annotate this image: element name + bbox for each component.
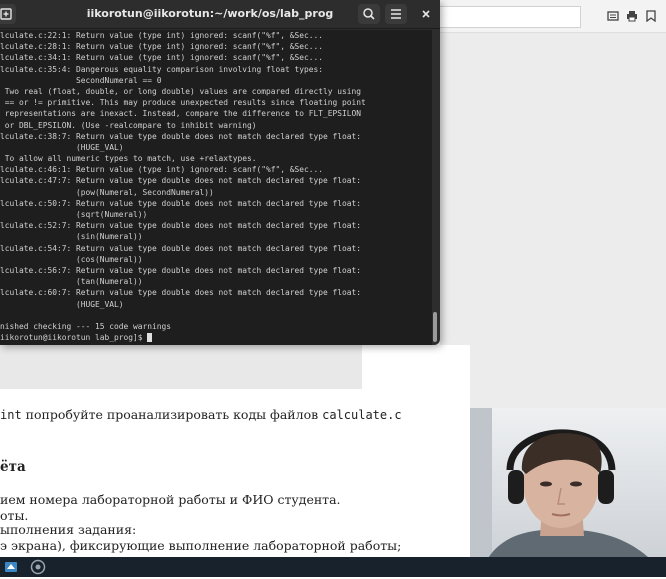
instruction-text: попробуйте проанализировать коды файлов bbox=[21, 407, 323, 422]
background-window bbox=[440, 33, 666, 408]
terminal-line: lculate.c:28:1: Return value (type int) … bbox=[0, 42, 324, 52]
terminal-line: lculate.c:34:1: Return value (type int) … bbox=[0, 53, 324, 63]
terminal-line: lculate.c:46:1: Return value (type int) … bbox=[0, 165, 324, 175]
terminal-line: lculate.c:52:7: Return value type double… bbox=[0, 221, 362, 231]
terminal-line: (HUGE_VAL) bbox=[0, 299, 124, 309]
terminal-line: representations are inexact. Instead, co… bbox=[0, 109, 362, 119]
chrome-icon[interactable] bbox=[30, 559, 46, 575]
terminal-line: nished checking --- 15 code warnings bbox=[0, 321, 172, 331]
terminal-line: (HUGE_VAL) bbox=[0, 142, 124, 152]
terminal-line: (sqrt(Numeral)) bbox=[0, 210, 148, 219]
terminal-output[interactable]: lculate.c:22:1: Return value (type int) … bbox=[0, 30, 432, 345]
doc-paragraph-1: ием номера лабораторной работы и ФИО сту… bbox=[0, 492, 341, 507]
terminal-scrollbar[interactable] bbox=[433, 312, 437, 342]
terminal-window[interactable]: iikorotun@iikorotun:~/work/os/lab_prog l… bbox=[0, 0, 440, 345]
search-icon[interactable] bbox=[358, 4, 380, 24]
doc-instruction-line: int попробуйте проанализировать коды фай… bbox=[0, 407, 402, 422]
terminal-line: lculate.c:47:7: Return value type double… bbox=[0, 176, 362, 186]
section-heading: ёта bbox=[0, 459, 26, 475]
terminal-line: (pow(Numeral, SecondNumeral)) bbox=[0, 187, 214, 197]
terminal-line: or DBL_EPSILON. (Use -realcompare to inh… bbox=[0, 120, 257, 130]
prompt-text: iikorotun@iikorotun lab_prog]$ bbox=[0, 333, 148, 343]
terminal-title: iikorotun@iikorotun:~/work/os/lab_prog bbox=[86, 7, 334, 20]
doc-paragraph-3: ыполнения задания: bbox=[0, 522, 137, 537]
terminal-line: (cos(Numeral)) bbox=[0, 254, 143, 264]
terminal-line: lculate.c:56:7: Return value type double… bbox=[0, 265, 362, 275]
inline-code-filename: calculate.c bbox=[322, 408, 402, 422]
bookmark-icon[interactable] bbox=[645, 10, 657, 22]
terminal-line: lculate.c:54:7: Return value type double… bbox=[0, 243, 362, 253]
terminal-line: Two real (float, double, or long double)… bbox=[0, 86, 362, 96]
code-block-area bbox=[0, 345, 362, 389]
webcam-person-image bbox=[470, 408, 666, 577]
hamburger-menu-icon[interactable] bbox=[385, 4, 407, 24]
close-icon[interactable] bbox=[415, 4, 437, 24]
terminal-titlebar[interactable]: iikorotun@iikorotun:~/work/os/lab_prog bbox=[0, 0, 440, 29]
doc-paragraph-4: э экрана), фиксирующие выполнение лабора… bbox=[0, 538, 402, 553]
reader-mode-icon[interactable] bbox=[607, 10, 619, 22]
terminal-line: To allow all numeric types to match, use… bbox=[0, 154, 257, 164]
terminal-line: lculate.c:35:4: Dangerous equality compa… bbox=[0, 64, 324, 74]
terminal-line: SecondNumeral == 0 bbox=[0, 75, 162, 85]
address-bar[interactable] bbox=[440, 6, 581, 28]
text-cursor bbox=[147, 333, 153, 343]
terminal-text: lculate.c:22:1: Return value (type int) … bbox=[0, 30, 366, 343]
terminal-line: == or != primitive. This may produce une… bbox=[0, 98, 366, 108]
terminal-line: lculate.c:50:7: Return value type double… bbox=[0, 198, 362, 208]
terminal-line: lculate.c:38:7: Return value type double… bbox=[0, 131, 362, 141]
browser-toolbar bbox=[440, 0, 666, 33]
doc-paragraph-2: оты. bbox=[0, 508, 29, 523]
terminal-line: (tan(Numeral)) bbox=[0, 277, 143, 287]
print-icon[interactable] bbox=[626, 10, 638, 22]
terminal-line: lculate.c:60:7: Return value type double… bbox=[0, 288, 362, 298]
taskbar bbox=[0, 557, 666, 577]
app-launcher-icon[interactable] bbox=[3, 559, 19, 575]
terminal-line: (sin(Numeral)) bbox=[0, 232, 143, 242]
terminal-prompt[interactable]: iikorotun@iikorotun lab_prog]$ bbox=[0, 332, 366, 343]
document-page: int попробуйте проанализировать коды фай… bbox=[0, 345, 470, 557]
inline-code: int bbox=[0, 408, 22, 422]
webcam-feed bbox=[470, 408, 666, 577]
terminal-line: lculate.c:22:1: Return value (type int) … bbox=[0, 31, 324, 40]
